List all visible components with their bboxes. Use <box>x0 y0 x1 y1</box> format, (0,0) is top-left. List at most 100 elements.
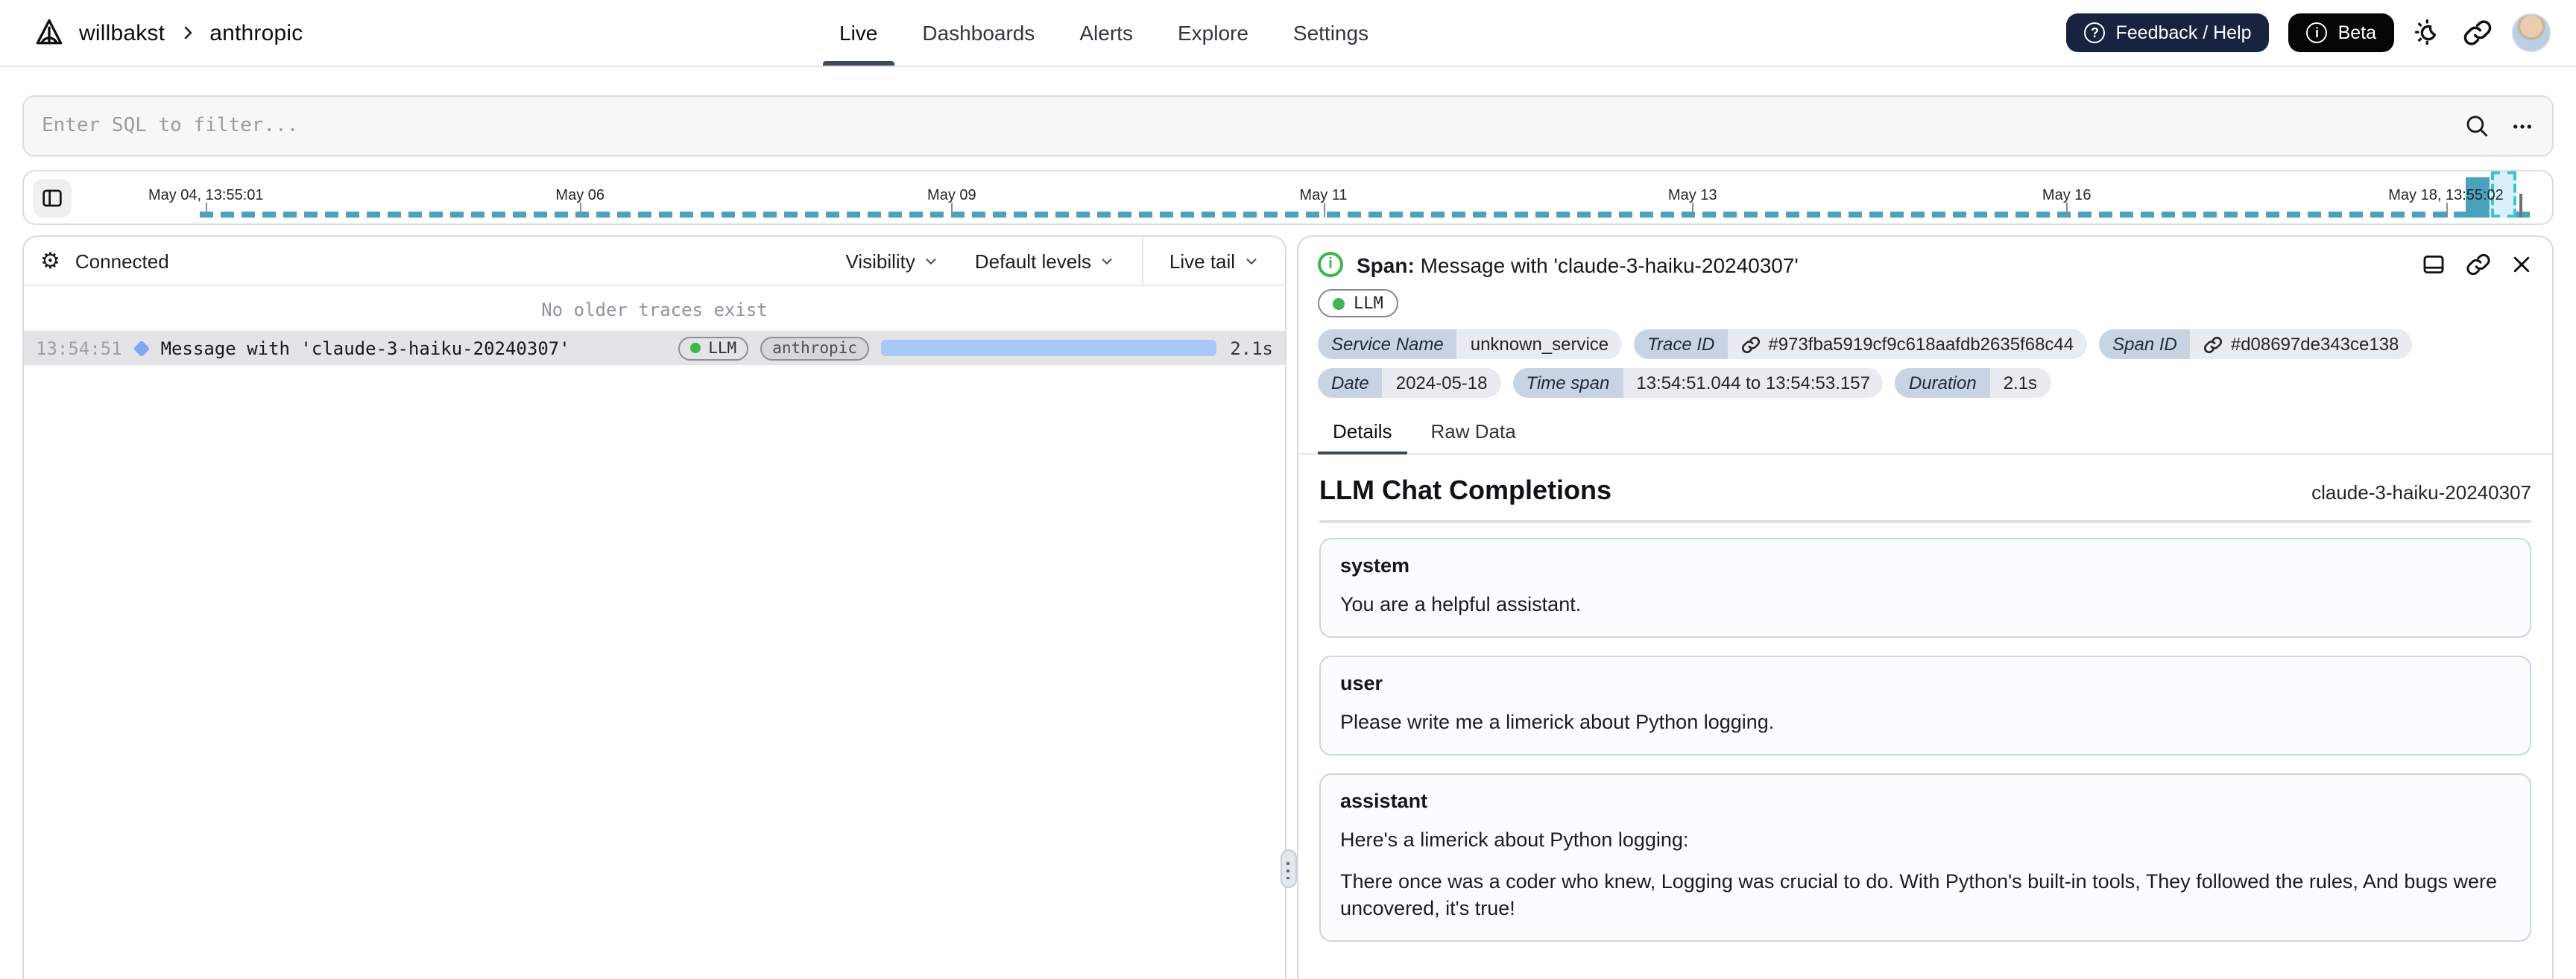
main-nav: Live Dashboards Alerts Explore Settings <box>817 0 1391 66</box>
header-actions: ? Feedback / Help i Beta <box>2066 13 2551 52</box>
nav-tab-live[interactable]: Live <box>817 0 900 66</box>
trace-duration: 2.1s <box>1230 338 1273 358</box>
dock-panel-icon[interactable] <box>2421 252 2446 277</box>
more-options-icon[interactable] <box>2510 114 2534 138</box>
message-text: There once was a coder who knew, Logging… <box>1340 869 2497 919</box>
timeline-tick-label: May 04, 13:55:01 <box>148 188 264 204</box>
message-text: Here's a limerick about Python logging: <box>1340 828 1689 852</box>
user-avatar[interactable] <box>2512 13 2551 52</box>
nav-tab-alerts[interactable]: Alerts <box>1057 0 1155 66</box>
traces-panel: ⚙ Connected Visibility Default levels Li… <box>22 235 1287 979</box>
settings-gear-icon[interactable]: ⚙ <box>40 250 60 272</box>
question-circle-icon: ? <box>2084 22 2106 43</box>
message-text: Please write me a limerick about Python … <box>1340 711 1775 734</box>
top-header: willbakst anthropic Live Dashboards Aler… <box>0 0 2576 67</box>
timeline-cursor[interactable] <box>2519 194 2522 218</box>
timeline-baseline <box>200 212 2531 218</box>
tab-details[interactable]: Details <box>1318 416 1407 454</box>
message-card-user: user Please write me a limerick about Py… <box>1319 656 2531 756</box>
attr-trace-id[interactable]: Trace ID #973fba5919cf9c618aafdb2635f68c… <box>1634 329 2088 359</box>
trace-row[interactable]: 13:54:51 Message with 'claude-3-haiku-20… <box>24 331 1285 365</box>
timeline-tick-label: May 09 <box>927 188 976 204</box>
panel-resize-handle[interactable] <box>1281 849 1297 888</box>
chevron-down-icon <box>923 253 939 269</box>
attr-duration: Duration 2.1s <box>1895 368 2051 398</box>
llm-badge: LLM <box>678 336 749 360</box>
span-llm-tag: LLM <box>1318 289 1398 317</box>
visibility-dropdown[interactable]: Visibility <box>845 250 938 272</box>
timeline-histogram[interactable]: May 04, 13:55:01 May 06 May 09 May 11 Ma… <box>22 170 2554 225</box>
timeline-tick-label: May 18, 13:55:02 <box>2388 188 2504 204</box>
chevron-right-icon <box>178 24 196 42</box>
traces-panel-header: ⚙ Connected Visibility Default levels Li… <box>24 237 1285 286</box>
chevron-down-icon <box>1099 253 1115 269</box>
default-levels-dropdown[interactable]: Default levels <box>975 250 1115 272</box>
share-link-icon[interactable] <box>2463 18 2493 48</box>
app-window: willbakst anthropic Live Dashboards Aler… <box>0 0 2576 979</box>
timeline-tick-label: May 16 <box>2042 188 2092 204</box>
message-role: user <box>1340 672 1383 695</box>
beta-button[interactable]: i Beta <box>2288 13 2394 52</box>
theme-toggle-icon[interactable] <box>2414 18 2443 48</box>
search-icon[interactable] <box>2464 113 2490 139</box>
message-role: assistant <box>1340 790 1428 813</box>
attr-date: Date 2024-05-18 <box>1318 368 1501 398</box>
message-card-assistant: assistant Here's a limerick about Python… <box>1319 773 2531 942</box>
breadcrumb-org[interactable]: willbakst <box>79 20 165 45</box>
timeline-tick-label: May 06 <box>555 188 605 204</box>
link-icon <box>1742 336 1761 352</box>
connection-status: Connected <box>75 250 169 272</box>
no-older-traces-message: No older traces exist <box>541 300 768 320</box>
feedback-help-button[interactable]: ? Feedback / Help <box>2066 13 2270 52</box>
breadcrumb: willbakst anthropic <box>33 16 303 49</box>
green-dot-icon <box>1333 297 1345 309</box>
timeline-tick <box>1692 203 1694 218</box>
timeline-tick-label: May 11 <box>1299 188 1348 204</box>
chevron-down-icon <box>1243 253 1259 269</box>
live-tail-dropdown[interactable]: Live tail <box>1169 250 1259 272</box>
timeline-tick <box>1323 203 1325 218</box>
timeline-tick <box>951 203 953 218</box>
span-title: Span: Message with 'claude-3-haiku-20240… <box>1357 253 1799 276</box>
breadcrumb-project[interactable]: anthropic <box>209 20 303 45</box>
logfire-logo-icon[interactable] <box>33 16 66 49</box>
trace-message: Message with 'claude-3-haiku-20240307' <box>160 338 570 358</box>
span-attributes: Service Name unknown_service Trace ID #9… <box>1298 329 2552 398</box>
nav-tab-explore[interactable]: Explore <box>1155 0 1271 66</box>
span-info-icon: i <box>1318 252 1343 277</box>
sql-filter-input[interactable] <box>42 115 2464 137</box>
span-diamond-icon <box>133 339 150 357</box>
timeline-tick-label: May 13 <box>1667 188 1717 204</box>
timeline-tick <box>580 203 582 218</box>
trace-timestamp: 13:54:51 <box>36 338 122 358</box>
span-detail-panel: i Span: Message with 'claude-3-haiku-202… <box>1297 235 2554 979</box>
timeline-tick <box>206 203 208 218</box>
green-dot-icon <box>690 343 701 353</box>
message-card-system: system You are a helpful assistant. <box>1319 538 2531 639</box>
section-divider <box>1319 520 2531 523</box>
nav-tab-dashboards[interactable]: Dashboards <box>900 0 1057 66</box>
content-panels: ⚙ Connected Visibility Default levels Li… <box>22 235 2554 979</box>
attr-service-name: Service Name unknown_service <box>1318 329 1623 359</box>
copy-link-icon[interactable] <box>2466 252 2491 277</box>
span-header: i Span: Message with 'claude-3-haiku-202… <box>1298 237 2552 286</box>
attr-span-id[interactable]: Span ID #d08697de343ce138 <box>2099 329 2413 359</box>
section-title: LLM Chat Completions <box>1319 475 1611 505</box>
detail-tabs: Details Raw Data <box>1298 401 2552 454</box>
link-icon <box>2204 336 2223 352</box>
message-text: You are a helpful assistant. <box>1340 593 1582 615</box>
close-icon[interactable] <box>2510 253 2533 276</box>
llm-chat-completions-section: LLM Chat Completions claude-3-haiku-2024… <box>1298 454 2552 942</box>
model-name: claude-3-haiku-20240307 <box>2311 481 2531 504</box>
tab-raw-data[interactable]: Raw Data <box>1416 416 1531 454</box>
drag-dots-icon <box>1285 859 1292 878</box>
timeline-tick <box>2446 203 2448 218</box>
sql-filter-bar <box>22 95 2554 156</box>
info-circle-icon: i <box>2306 22 2328 43</box>
trace-duration-bar <box>881 340 1216 356</box>
attr-time-span: Time span 13:54:51.044 to 13:54:53.157 <box>1512 368 1884 398</box>
timeline-track: May 04, 13:55:01 May 06 May 09 May 11 Ma… <box>24 171 2552 224</box>
timeline-tick <box>2066 203 2068 218</box>
nav-tab-settings[interactable]: Settings <box>1271 0 1391 66</box>
scope-badge: anthropic <box>760 336 869 360</box>
